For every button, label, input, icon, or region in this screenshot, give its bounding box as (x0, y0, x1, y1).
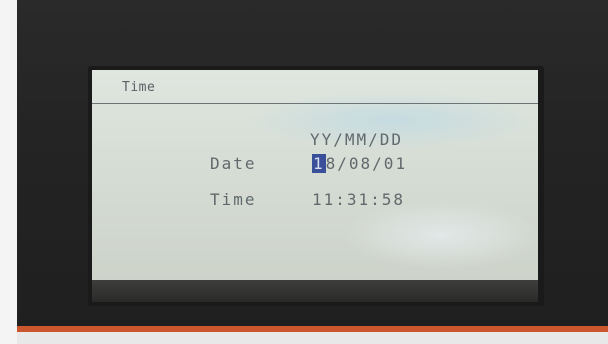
background-edge (17, 332, 608, 344)
time-field[interactable]: 11:31:58 (312, 190, 405, 209)
date-label: Date (210, 154, 257, 173)
background-edge (0, 0, 17, 344)
date-value-rest: 8/08/01 (325, 154, 408, 173)
date-field[interactable]: 18/08/01 (312, 154, 407, 173)
screen-lower-edge (92, 280, 538, 302)
title-bar: Time (92, 70, 538, 104)
edit-cursor[interactable]: 1 (312, 154, 326, 173)
date-format-label: YY/MM/DD (310, 130, 404, 149)
screen-glare (342, 200, 538, 270)
time-label: Time (210, 190, 257, 209)
lcd-screen: Time YY/MM/DD Date 18/08/01 Time 11:31:5… (92, 70, 538, 280)
page-title: Time (122, 80, 156, 95)
